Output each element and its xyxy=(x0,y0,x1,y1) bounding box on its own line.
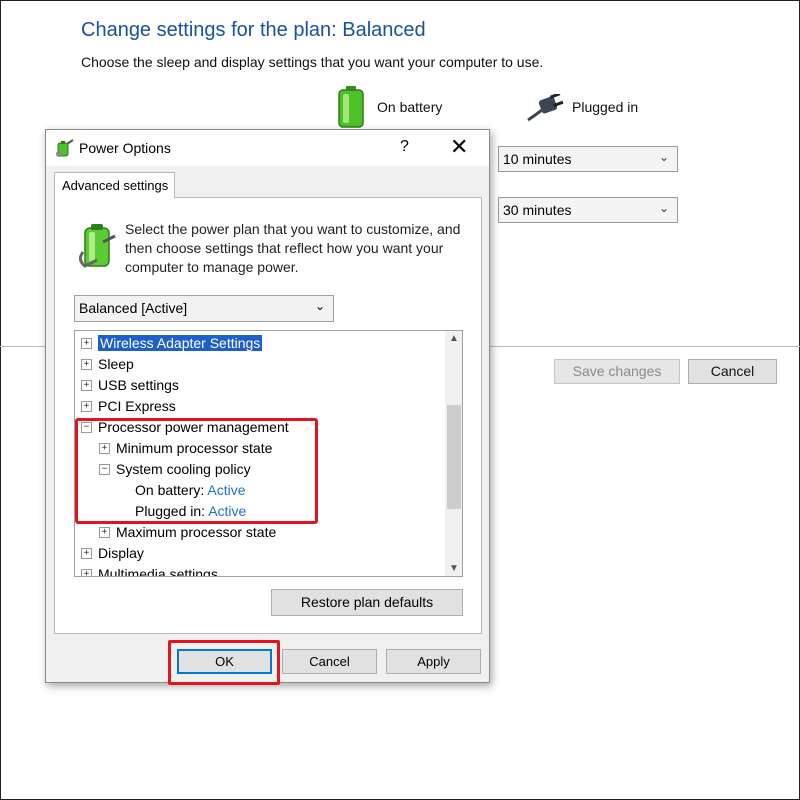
power-options-dialog: Power Options ? ✕ Advanced settings Sele… xyxy=(45,129,490,683)
tree-item-multimedia[interactable]: + Multimedia settings xyxy=(81,564,218,577)
chevron-down-icon: ⌄ xyxy=(314,299,325,313)
tree-item-display[interactable]: + Display xyxy=(81,543,144,564)
chevron-down-icon: ⌄ xyxy=(658,201,669,215)
dialog-titlebar[interactable]: Power Options ? ✕ xyxy=(46,130,489,166)
expand-icon[interactable]: + xyxy=(81,358,92,370)
expand-icon[interactable]: + xyxy=(81,379,92,391)
expand-icon[interactable]: + xyxy=(81,547,92,559)
restore-defaults-button[interactable]: Restore plan defaults xyxy=(271,589,463,616)
page-title: Change settings for the plan: Balanced xyxy=(81,19,426,41)
expand-icon[interactable]: + xyxy=(81,337,92,349)
tab-advanced-settings[interactable]: Advanced settings xyxy=(54,172,175,198)
battery-icon xyxy=(338,86,364,128)
display-off-plugged-select[interactable]: 10 minutes ⌄ xyxy=(498,146,678,172)
plug-icon xyxy=(527,94,564,122)
scroll-thumb[interactable] xyxy=(447,405,461,509)
tree-label: Sleep xyxy=(98,356,134,372)
apply-button[interactable]: Apply xyxy=(386,649,481,674)
scroll-down-icon[interactable]: ▼ xyxy=(449,563,459,574)
tree-item-usb[interactable]: + USB settings xyxy=(81,375,179,396)
tree-item-wireless[interactable]: + Wireless Adapter Settings xyxy=(81,333,263,354)
page-subtitle: Choose the sleep and display settings th… xyxy=(81,54,544,70)
tree-item-max-state[interactable]: + Maximum processor state xyxy=(99,522,276,543)
close-button[interactable]: ✕ xyxy=(450,134,468,160)
tree-label: Multimedia settings xyxy=(98,566,218,577)
tree-label: PCI Express xyxy=(98,398,176,414)
tree-label: Wireless Adapter Settings xyxy=(98,335,263,351)
power-plan-select[interactable]: Balanced [Active] ⌄ xyxy=(74,295,334,322)
cancel-button[interactable]: Cancel xyxy=(282,649,377,674)
tree-item-pci[interactable]: + PCI Express xyxy=(81,396,176,417)
tree-item-sleep[interactable]: + Sleep xyxy=(81,354,134,375)
highlight-box-ok xyxy=(168,640,280,685)
tree-label: USB settings xyxy=(98,377,179,393)
tree-label: Display xyxy=(98,545,144,561)
save-changes-button[interactable]: Save changes xyxy=(554,359,680,384)
dialog-title: Power Options xyxy=(79,140,171,156)
tree-scrollbar[interactable]: ▲ ▼ xyxy=(445,331,462,576)
highlight-box-processor xyxy=(75,418,318,524)
chevron-down-icon: ⌄ xyxy=(658,150,669,164)
tree-label: Maximum processor state xyxy=(116,524,277,540)
divider xyxy=(490,346,800,347)
select-value: 10 minutes xyxy=(503,151,572,167)
select-value: Balanced [Active] xyxy=(79,300,188,316)
expand-icon[interactable]: + xyxy=(81,400,92,412)
cancel-button[interactable]: Cancel xyxy=(688,359,777,384)
advanced-settings-panel: Select the power plan that you want to c… xyxy=(54,197,482,634)
power-options-icon xyxy=(56,139,74,157)
plan-description: Select the power plan that you want to c… xyxy=(125,221,461,275)
power-plan-icon xyxy=(78,224,116,268)
select-value: 30 minutes xyxy=(503,202,572,218)
plugged-in-header: Plugged in xyxy=(572,99,639,115)
scroll-up-icon[interactable]: ▲ xyxy=(449,333,459,344)
on-battery-header: On battery xyxy=(377,99,443,115)
expand-icon[interactable]: + xyxy=(99,526,110,538)
expand-icon[interactable]: + xyxy=(81,568,92,576)
help-button[interactable]: ? xyxy=(400,138,409,156)
sleep-plugged-select[interactable]: 30 minutes ⌄ xyxy=(498,197,678,223)
divider xyxy=(0,346,48,347)
